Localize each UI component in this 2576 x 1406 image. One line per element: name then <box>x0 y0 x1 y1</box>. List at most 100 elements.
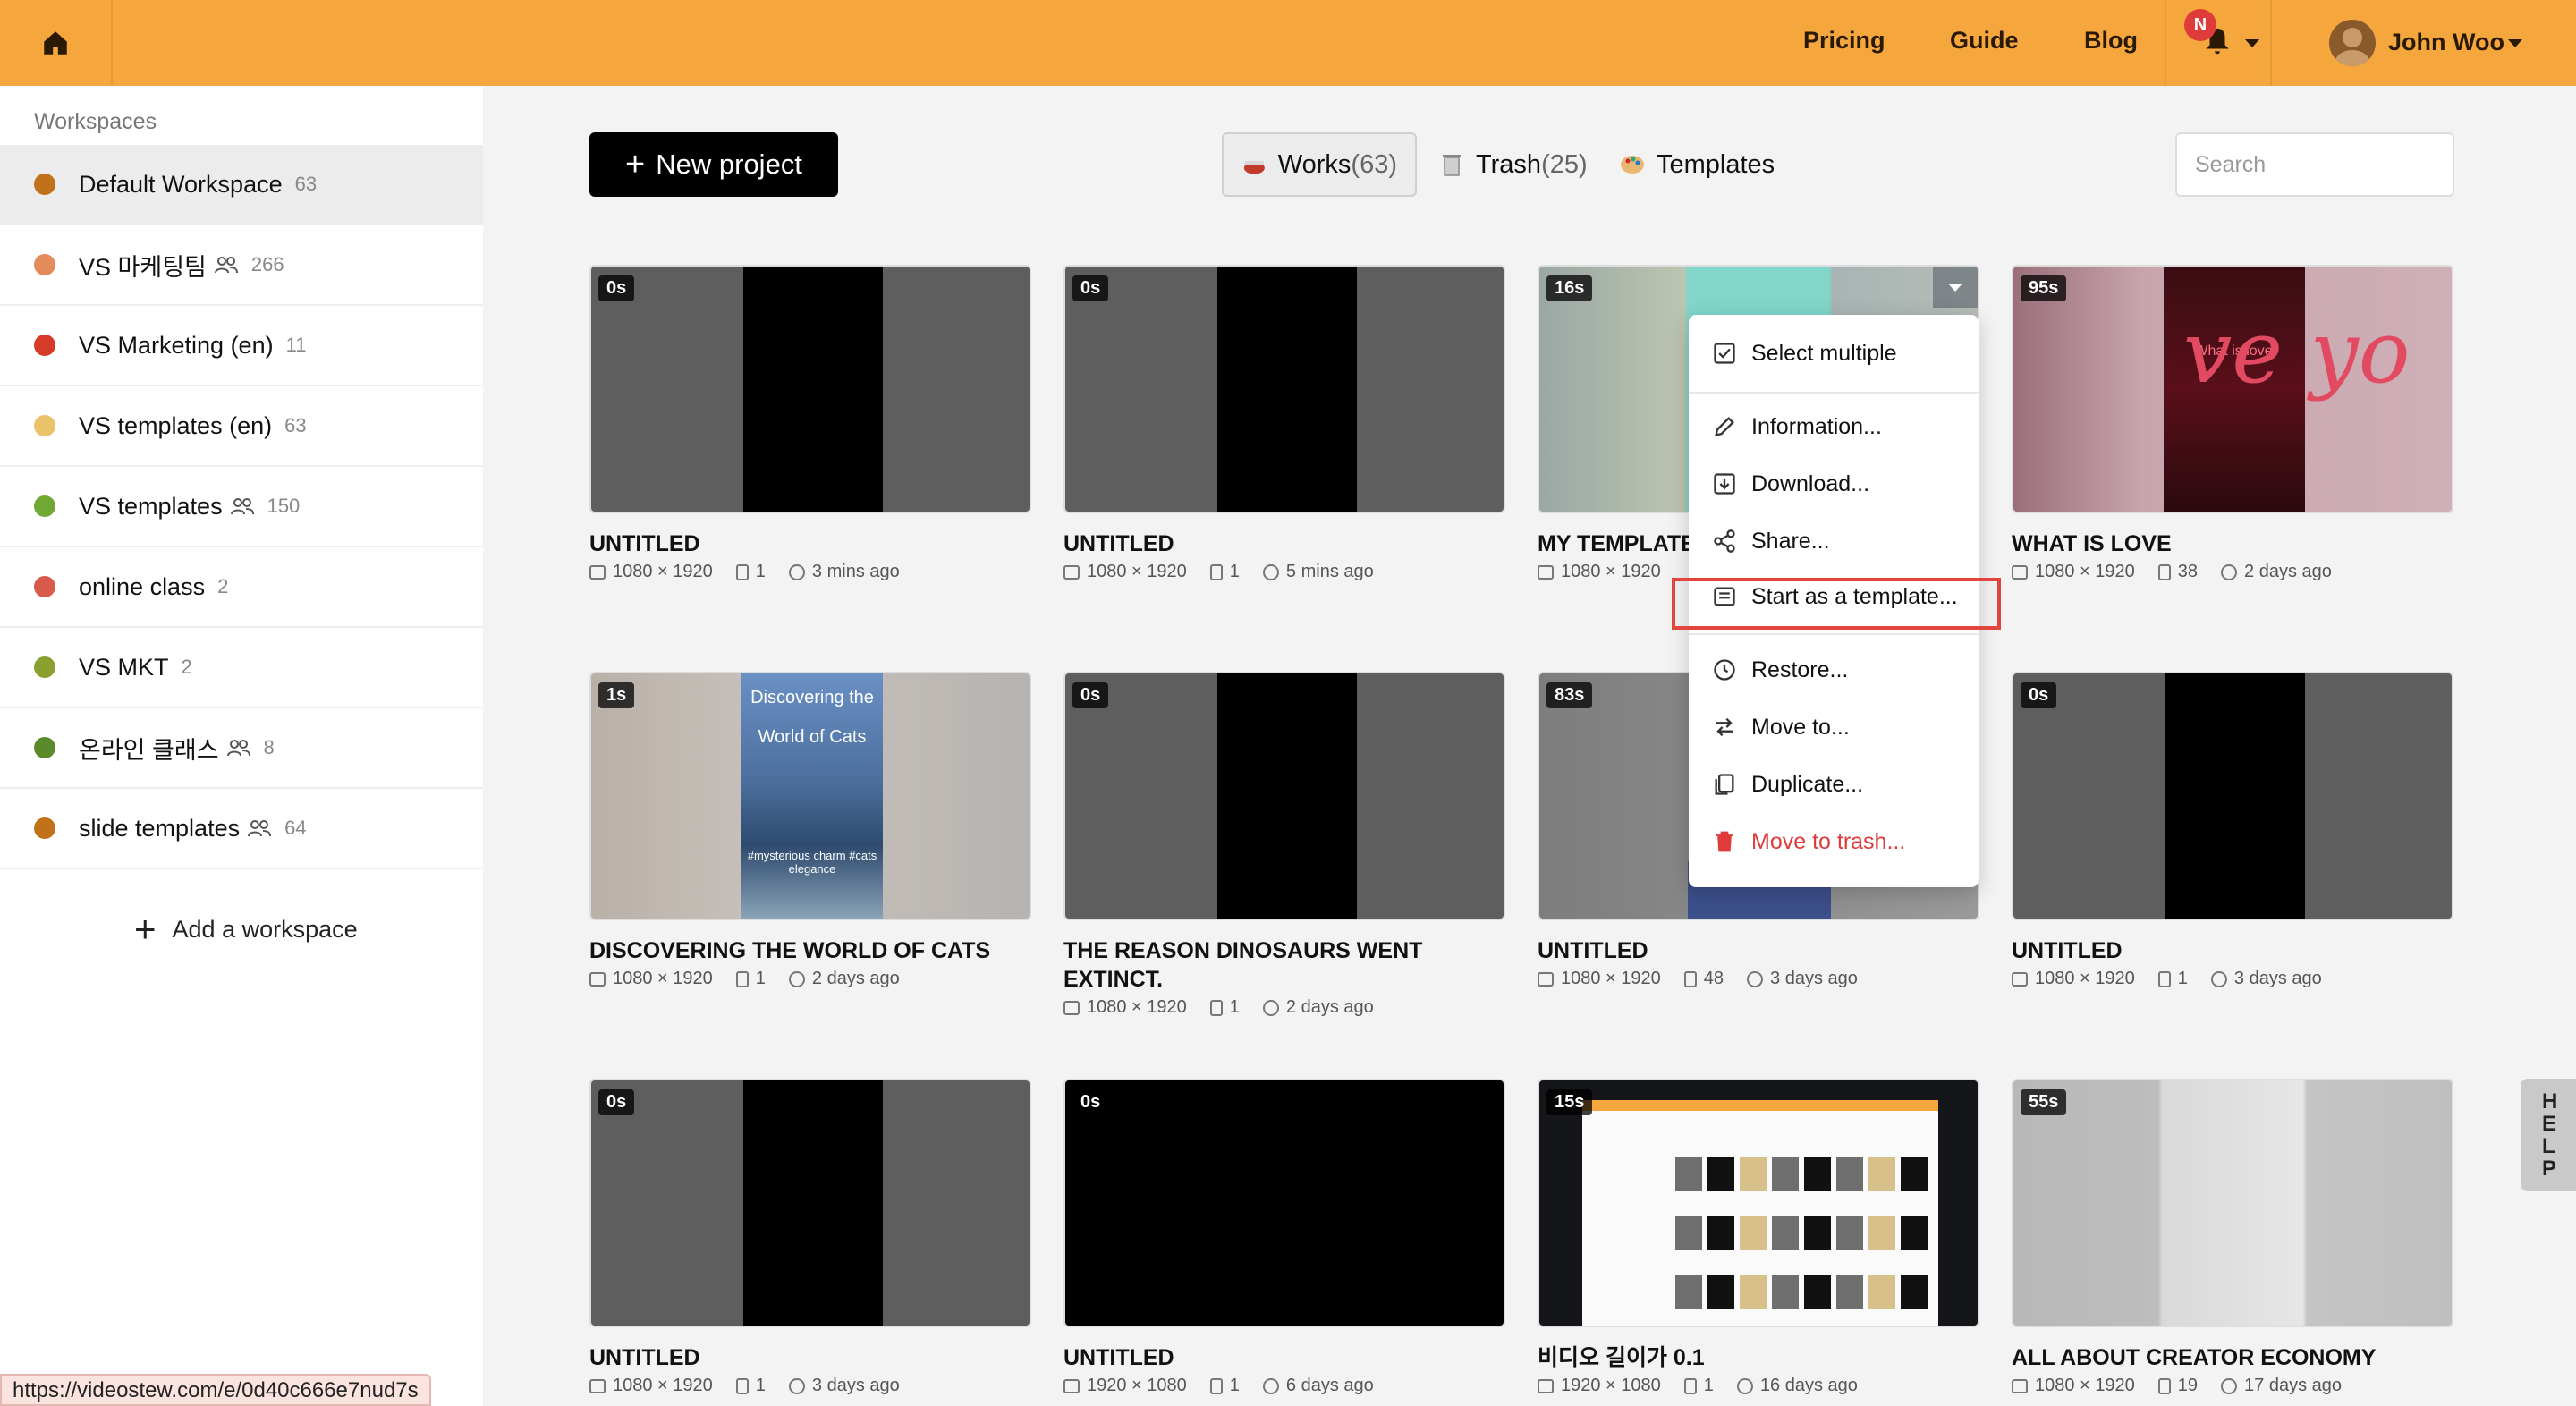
sidebar-item-workspace[interactable]: VS Marketing (en) 11 <box>0 306 483 386</box>
menu-duplicate[interactable]: Duplicate... <box>1689 757 1979 812</box>
sidebar-item-workspace[interactable]: VS MKT 2 <box>0 628 483 708</box>
sidebar-item-workspace[interactable]: VS templates 150 <box>0 467 483 547</box>
project-card[interactable]: 0s UNTITLED 1920 × 1080 1 6 days ago <box>1063 1079 1505 1396</box>
duration-badge: 0s <box>1072 1089 1109 1115</box>
meta-time: 3 days ago <box>811 1376 900 1395</box>
project-title[interactable]: UNTITLED <box>2012 936 2453 965</box>
menu-select-multiple[interactable]: Select multiple <box>1689 326 1979 381</box>
project-meta: 1080 × 1920 1 3 mins ago <box>589 562 1031 582</box>
meta-pages: 1 <box>1229 562 1240 581</box>
project-card[interactable]: Discovering the World of Cats #mysterious … <box>589 672 1031 989</box>
project-card[interactable]: 0s UNTITLED 1080 × 1920 1 5 mins ago <box>1063 265 1505 582</box>
menu-share[interactable]: Share... <box>1689 513 1979 569</box>
project-title[interactable]: THE REASON DINOSAURS WENT EXTINCT. <box>1063 936 1505 994</box>
meta-time: 6 days ago <box>1285 1376 1374 1395</box>
project-title[interactable]: UNTITLED <box>1063 529 1505 558</box>
pages-icon <box>2157 1377 2171 1394</box>
menu-start-as-template[interactable]: Start as a template... <box>1689 569 1979 624</box>
sidebar-item-workspace[interactable]: slide templates 64 <box>0 789 483 869</box>
project-thumbnail[interactable]: 55s <box>2012 1079 2453 1327</box>
notifications-button[interactable] <box>2165 0 2272 86</box>
project-title[interactable]: UNTITLED <box>589 1343 1031 1372</box>
nav-pricing-link[interactable]: Pricing <box>1803 27 1885 55</box>
workspace-name: 온라인 클래스 <box>79 736 219 764</box>
card-menu-button[interactable] <box>1933 267 1978 308</box>
project-thumbnail[interactable]: 0s <box>1063 1079 1505 1327</box>
thumbnail-art <box>1836 1157 1863 1191</box>
meta-size: 1080 × 1920 <box>613 562 713 581</box>
project-card[interactable]: 0s UNTITLED 1080 × 1920 1 3 days ago <box>2012 672 2453 989</box>
frame-size-icon <box>1538 1378 1554 1393</box>
workspace-name: VS MKT <box>79 653 169 681</box>
project-thumbnail[interactable]: 0s <box>1063 672 1505 920</box>
project-thumbnail[interactable]: 0s <box>1063 265 1505 513</box>
project-card[interactable]: 55s ALL ABOUT CREATOR ECONOMY 1080 × 1920 1… <box>2012 1079 2453 1396</box>
sidebar-item-workspace[interactable]: VS templates (en) 63 <box>0 386 483 467</box>
chevron-down-icon[interactable] <box>2508 39 2522 47</box>
project-card[interactable]: 0s THE REASON DINOSAURS WENT EXTINCT. 1080… <box>1063 672 1505 1018</box>
menu-restore[interactable]: Restore... <box>1689 642 1979 698</box>
sidebar-item-workspace[interactable]: online class 2 <box>0 547 483 628</box>
duration-badge: 0s <box>598 1089 635 1115</box>
project-title[interactable]: UNTITLED <box>1063 1343 1505 1372</box>
project-meta: 1080 × 1920 48 3 days ago <box>1538 969 1979 989</box>
project-card[interactable]: What is love ve yo 95s WHAT IS LOVE 1080 × 1… <box>2012 265 2453 582</box>
project-meta: 1080 × 1920 1 2 days ago <box>589 969 1031 989</box>
workspace-icon <box>34 335 55 356</box>
share-icon <box>1714 529 1735 553</box>
tab-works[interactable]: Works (63) <box>1222 132 1417 197</box>
thumbnail-text: ve yo <box>2183 302 2411 402</box>
workspace-name: Default Workspace <box>79 170 283 198</box>
add-workspace-button[interactable]: + Add a workspace <box>134 911 358 948</box>
shared-users-icon <box>248 820 272 837</box>
menu-divider <box>1689 392 1979 394</box>
project-thumbnail[interactable]: 0s <box>589 1079 1031 1327</box>
clock-icon <box>2221 1377 2238 1394</box>
nav-guide-link[interactable]: Guide <box>1950 27 2019 55</box>
project-card[interactable]: 0s UNTITLED 1080 × 1920 1 3 days ago <box>589 1079 1031 1396</box>
project-card[interactable]: 15s 비디오 길이가 0.1 1920 × 1080 1 16 days ago <box>1538 1079 1979 1396</box>
thumbnail-art <box>1707 1275 1734 1309</box>
project-thumbnail[interactable]: 0s <box>2012 672 2453 920</box>
project-title[interactable]: WHAT IS LOVE <box>2012 529 2453 558</box>
project-thumbnail[interactable]: What is love ve yo 95s <box>2012 265 2453 513</box>
project-thumbnail[interactable]: Discovering the World of Cats #mysterious … <box>589 672 1031 920</box>
duration-badge: 55s <box>2021 1089 2067 1115</box>
project-title[interactable]: 비디오 길이가 0.1 <box>1538 1343 1979 1372</box>
workspace-icon <box>34 737 55 758</box>
sidebar-item-workspace[interactable]: 온라인 클래스 8 <box>0 708 483 789</box>
meta-size: 1080 × 1920 <box>1087 997 1187 1017</box>
menu-download[interactable]: Download... <box>1689 456 1979 512</box>
project-title[interactable]: DISCOVERING THE WORLD OF CATS <box>589 936 1031 965</box>
tab-templates[interactable]: Templates <box>1601 132 1792 197</box>
home-button[interactable] <box>0 0 113 86</box>
workspace-name: VS templates <box>79 492 223 520</box>
pot-icon <box>1243 161 1265 174</box>
nav-blog-link[interactable]: Blog <box>2084 27 2138 55</box>
tab-trash-count: (25) <box>1541 149 1588 179</box>
thumbnail-poster <box>741 673 883 919</box>
thumbnail-art <box>1740 1275 1767 1309</box>
notification-badge: N <box>2184 9 2216 41</box>
menu-move-to-trash[interactable]: Move to trash... <box>1689 814 1979 869</box>
sidebar-item-workspace[interactable]: Default Workspace 63 <box>0 145 483 225</box>
project-card[interactable]: 0s UNTITLED 1080 × 1920 1 3 mins ago <box>589 265 1031 582</box>
tab-trash[interactable]: Trash (25) <box>1420 132 1606 197</box>
sidebar-item-workspace[interactable]: VS 마케팅팀 266 <box>0 225 483 306</box>
project-thumbnail[interactable]: 0s <box>589 265 1031 513</box>
project-title[interactable]: UNTITLED <box>589 529 1031 558</box>
pages-icon <box>735 1377 749 1394</box>
new-project-button[interactable]: + New project <box>589 132 838 197</box>
project-title[interactable]: UNTITLED <box>1538 936 1979 965</box>
thumbnail-art <box>1675 1157 1702 1191</box>
sidebar: Workspaces Default Workspace 63 VS 마케팅팀 266… <box>0 86 483 1406</box>
workspace-name: VS templates (en) <box>79 411 273 439</box>
help-tab[interactable]: HELP <box>2521 1079 2576 1191</box>
search-input[interactable] <box>2175 132 2454 197</box>
user-name[interactable]: John Woo <box>2388 29 2504 56</box>
project-title[interactable]: ALL ABOUT CREATOR ECONOMY <box>2012 1343 2453 1372</box>
menu-move-to[interactable]: Move to... <box>1689 699 1979 755</box>
avatar[interactable] <box>2329 20 2376 66</box>
project-thumbnail[interactable]: 15s <box>1538 1079 1979 1327</box>
menu-information[interactable]: Information... <box>1689 399 1979 454</box>
